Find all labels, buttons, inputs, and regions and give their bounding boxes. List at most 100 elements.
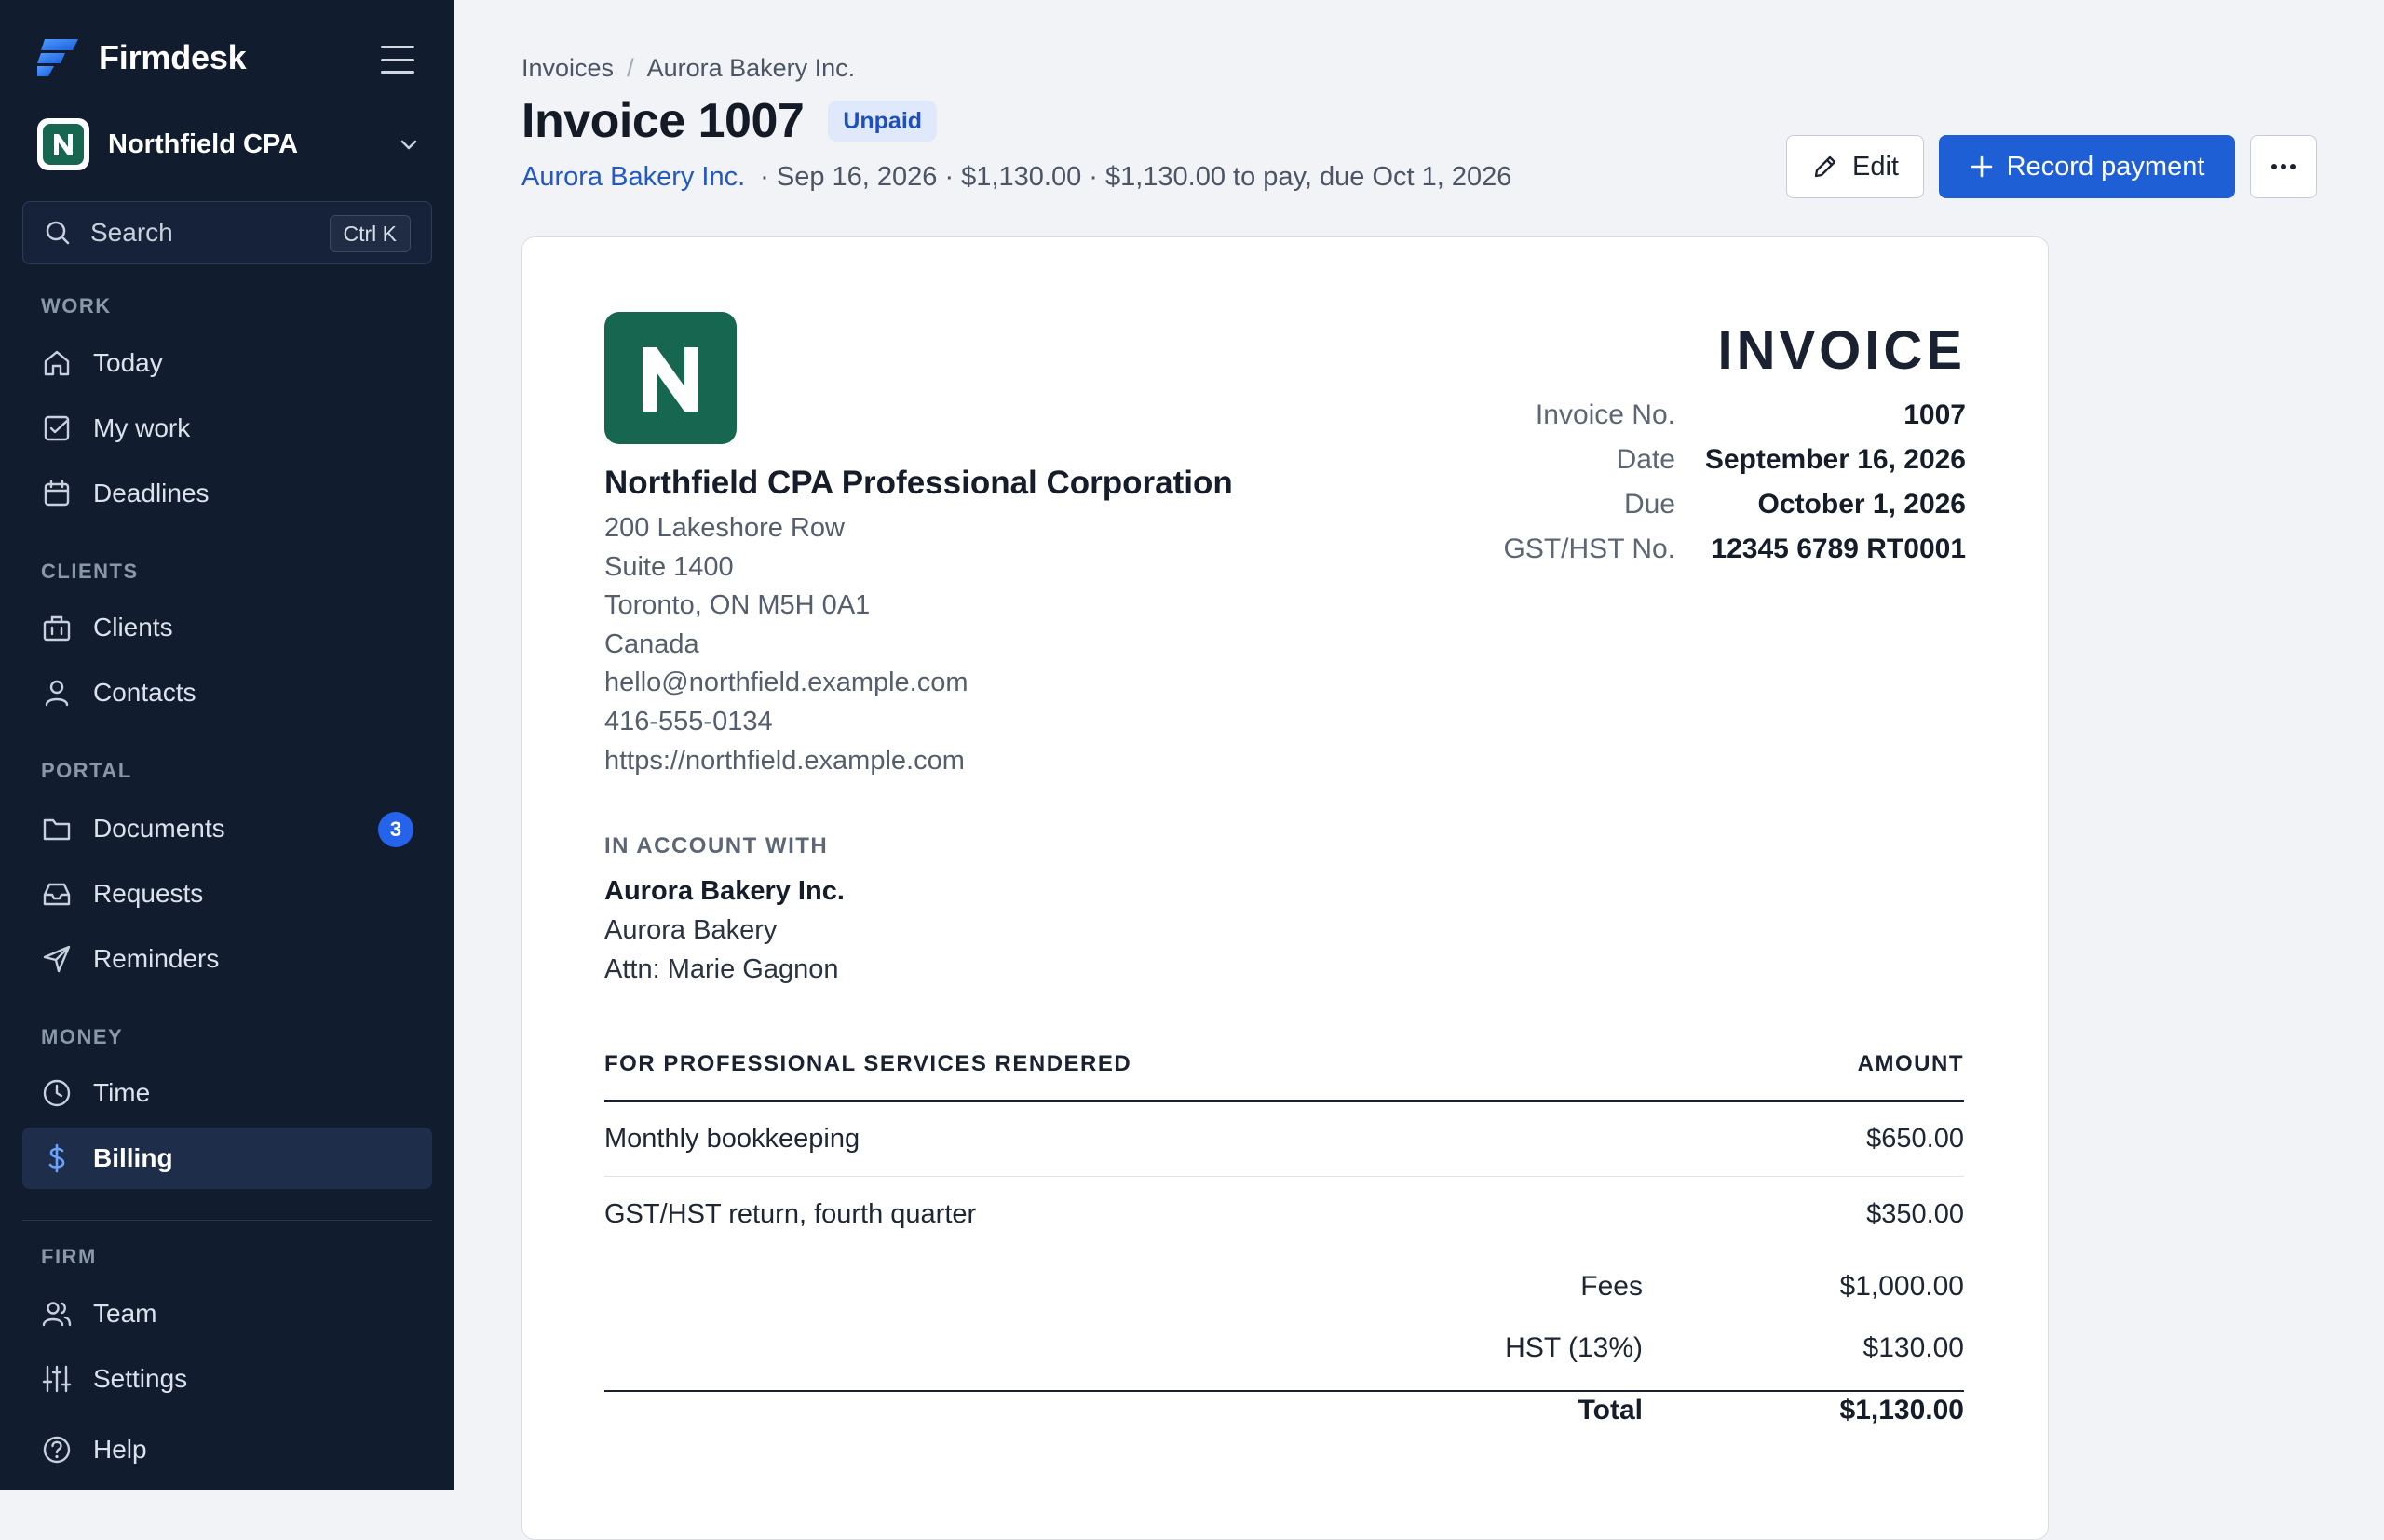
client-link[interactable]: Aurora Bakery Inc. xyxy=(522,162,745,193)
building-icon xyxy=(39,610,74,645)
total-row: Total $1,130.00 xyxy=(604,1382,1964,1441)
folder-icon xyxy=(39,811,74,846)
invoice-date: September 16, 2026 xyxy=(1704,444,1966,475)
firm-address-block: 200 Lakeshore Row Suite 1400 Toronto, ON… xyxy=(604,509,968,780)
sidebar-item-label: Deadlines xyxy=(93,479,210,507)
line-item-description: Monthly bookkeeping xyxy=(604,1124,860,1154)
sliders-icon xyxy=(39,1361,74,1397)
sidebar-item-today[interactable]: Today xyxy=(22,332,432,394)
hamburger-menu-icon[interactable] xyxy=(376,41,419,78)
record-payment-button[interactable]: Record payment xyxy=(1939,135,2235,198)
sidebar-item-label: Documents xyxy=(93,814,225,843)
invoice-meta-row: Due October 1, 2026 xyxy=(1470,489,1966,534)
sidebar-item-label: Contacts xyxy=(93,678,196,707)
sidebar-item-help[interactable]: Help xyxy=(22,1419,432,1480)
invoice-meta-row: GST/HST No. 12345 6789 RT0001 xyxy=(1470,534,1966,578)
sidebar-item-requests[interactable]: Requests xyxy=(22,863,432,925)
search-input[interactable]: Search Ctrl K xyxy=(22,201,432,264)
sidebar-item-reminders[interactable]: Reminders xyxy=(22,928,432,990)
total-amount: $1,130.00 xyxy=(1839,1395,1964,1425)
breadcrumb-separator: / xyxy=(627,54,634,82)
invoice-document: Northfield CPA Professional Corporation … xyxy=(522,236,2049,1540)
search-shortcut: Ctrl K xyxy=(329,215,411,252)
main-content: Invoices / Aurora Bakery Inc. Invoice 10… xyxy=(454,0,2384,1540)
sidebar-item-billing[interactable]: Billing xyxy=(22,1128,432,1189)
edit-button[interactable]: Edit xyxy=(1786,135,1924,198)
documents-count-badge: 3 xyxy=(378,812,413,847)
search-label: Search xyxy=(90,218,173,247)
users-icon xyxy=(39,1296,74,1331)
fees-amount: $1,000.00 xyxy=(1839,1271,1964,1302)
services-column-header: FOR PROFESSIONAL SERVICES RENDERED xyxy=(604,1051,1132,1076)
total-label: Total xyxy=(1578,1395,1643,1425)
help-circle-icon xyxy=(39,1432,74,1467)
fees-label: Fees xyxy=(1580,1271,1643,1302)
sidebar: Firmdesk Northfield CPA Search Ctrl K WO… xyxy=(0,0,454,1490)
firm-logo xyxy=(604,312,737,444)
firm-city-line: Toronto, ON M5H 0A1 xyxy=(604,590,871,621)
home-icon xyxy=(39,345,74,381)
invoice-meta-label: GST/HST No. xyxy=(1503,534,1675,564)
title-row: Invoice 1007 Unpaid xyxy=(522,93,938,149)
calendar-icon xyxy=(39,476,74,511)
org-name: Northfield CPA xyxy=(108,128,299,159)
nav-section-work: WORK xyxy=(41,294,112,317)
breadcrumb-invoices-link[interactable]: Invoices xyxy=(522,54,614,83)
invoice-heading: INVOICE xyxy=(1717,320,1966,381)
sidebar-item-label: Reminders xyxy=(93,944,220,973)
account-line1: Aurora Bakery xyxy=(604,915,778,945)
invoice-meta-label: Due xyxy=(1623,489,1675,520)
invoice-meta-label: Date xyxy=(1616,444,1675,475)
plus-icon xyxy=(1971,155,1992,178)
more-options-button[interactable] xyxy=(2250,135,2317,198)
account-line2: Attn: Marie Gagnon xyxy=(604,953,839,984)
firmdesk-logo-icon xyxy=(37,39,78,76)
invoice-summary: Aurora Bakery Inc. · Sep 16, 2026 · $1,1… xyxy=(522,162,1511,193)
send-icon xyxy=(39,941,74,977)
sidebar-item-contacts[interactable]: Contacts xyxy=(22,662,432,723)
invoice-meta: Invoice No. 1007 Date September 16, 2026… xyxy=(1470,399,1966,578)
sidebar-item-label: Time xyxy=(93,1078,151,1107)
sidebar-item-label: Billing xyxy=(93,1143,173,1172)
firm-phone: 416-555-0134 xyxy=(604,706,773,736)
invoice-number: 1007 xyxy=(1903,399,1966,430)
nav-section-clients: CLIENTS xyxy=(41,560,139,583)
sidebar-item-label: Team xyxy=(93,1299,157,1328)
app-name: Firmdesk xyxy=(99,38,247,76)
firm-website: https://northfield.example.com xyxy=(604,745,965,776)
clock-icon xyxy=(39,1075,74,1111)
sidebar-item-team[interactable]: Team xyxy=(22,1283,432,1344)
sidebar-item-time[interactable]: Time xyxy=(22,1062,432,1124)
sidebar-item-settings[interactable]: Settings xyxy=(22,1348,432,1410)
edit-button-label: Edit xyxy=(1852,151,1899,182)
sidebar-item-label: Clients xyxy=(93,613,173,642)
firm-country: Canada xyxy=(604,628,699,659)
chevron-down-icon xyxy=(400,140,417,150)
sidebar-item-clients[interactable]: Clients xyxy=(22,597,432,658)
record-payment-label: Record payment xyxy=(2006,151,2205,182)
org-switcher[interactable]: Northfield CPA xyxy=(37,117,425,171)
sidebar-item-label: Settings xyxy=(93,1364,188,1393)
checkbox-icon xyxy=(39,411,74,446)
nav-section-money: MONEY xyxy=(41,1025,124,1048)
firm-address-line1: 200 Lakeshore Row xyxy=(604,513,845,543)
table-row: Monthly bookkeeping $650.00 xyxy=(604,1102,1964,1177)
line-item-amount: $650.00 xyxy=(1866,1124,1964,1154)
invoice-meta-row: Invoice No. 1007 xyxy=(1470,399,1966,444)
status-badge: Unpaid xyxy=(828,101,938,142)
services-table-header: FOR PROFESSIONAL SERVICES RENDERED AMOUN… xyxy=(604,1051,1964,1077)
org-logo-n-icon xyxy=(54,134,73,155)
sidebar-item-documents[interactable]: Documents 3 xyxy=(22,798,432,859)
sidebar-item-deadlines[interactable]: Deadlines xyxy=(22,463,432,524)
sidebar-divider xyxy=(22,1220,432,1221)
account-name: Aurora Bakery Inc. xyxy=(604,876,845,906)
brand[interactable]: Firmdesk xyxy=(37,35,247,80)
nav-section-portal: PORTAL xyxy=(41,759,132,782)
breadcrumb-client-link[interactable]: Aurora Bakery Inc. xyxy=(647,54,856,83)
invoice-meta-row: Date September 16, 2026 xyxy=(1470,444,1966,489)
sidebar-item-my-work[interactable]: My work xyxy=(22,398,432,459)
search-icon xyxy=(46,221,70,245)
gst-hst-number: 12345 6789 RT0001 xyxy=(1711,534,1966,564)
line-item-amount: $350.00 xyxy=(1866,1198,1964,1229)
user-icon xyxy=(39,675,74,710)
